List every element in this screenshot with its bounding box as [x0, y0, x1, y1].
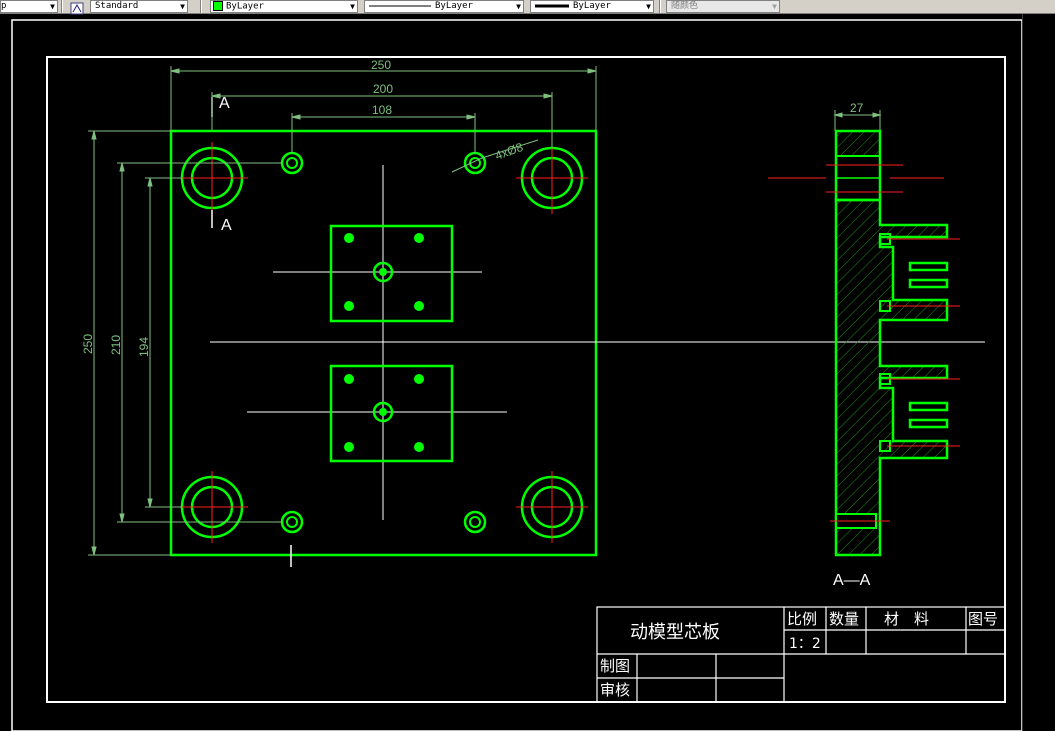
section-view-label: A—A: [833, 572, 871, 589]
scale-header: 比例: [787, 610, 817, 628]
chevron-down-icon: ▼: [180, 2, 185, 11]
quantity-header: 数量: [829, 610, 859, 628]
drawing-number-header: 图号: [968, 610, 998, 628]
screw-hole: [280, 510, 304, 534]
linetype-control-dropdown[interactable]: ByLayer ▼: [364, 0, 524, 13]
cavity-insert: [329, 224, 454, 323]
cavity-insert: [329, 364, 454, 463]
checked-by-label: 审核: [600, 681, 630, 699]
dim-side-27: 27: [850, 101, 864, 115]
section-mark-bottom: A: [221, 217, 232, 234]
dim-top-200: 200: [373, 82, 393, 96]
toolbar-separator: [659, 0, 661, 13]
dim-hole-note: 4xØ8: [493, 140, 525, 163]
corner-bushing: [516, 142, 588, 214]
dimensions: [88, 66, 882, 556]
section-mark-top: A: [219, 95, 230, 112]
dimension-labels: 250 200 108 4xØ8 250 210 194 27: [81, 58, 864, 357]
dim-top-108: 108: [372, 103, 392, 117]
material-header: 材 料: [884, 610, 929, 628]
thick-line-sample-icon: [535, 4, 569, 7]
corner-bushing: [516, 471, 588, 543]
chevron-down-icon: ▼: [50, 2, 55, 11]
part-name: 动模型芯板: [630, 622, 720, 643]
chevron-down-icon: ▼: [646, 2, 651, 11]
text-style-dropdown[interactable]: Standard ▼: [90, 0, 188, 13]
dim-left-250: 250: [81, 334, 95, 354]
toolbar-separator: [61, 0, 63, 13]
scale-value: 1：2: [789, 636, 821, 652]
thin-line-sample-icon: [369, 5, 431, 6]
dim-left-210: 210: [109, 335, 123, 355]
dim-left-194: 194: [137, 337, 151, 357]
vertical-scrollbar[interactable]: [1022, 14, 1037, 731]
corner-bushing: [176, 142, 248, 214]
section-view: A—A: [768, 129, 960, 589]
toolbar-separator: [200, 0, 202, 13]
plot-style-dropdown[interactable]: 随颜色 ▼: [666, 0, 780, 13]
lineweight-control-dropdown[interactable]: ByLayer ▼: [530, 0, 654, 13]
chevron-down-icon: ▼: [350, 2, 355, 11]
dim-top-250: 250: [371, 58, 391, 72]
drawing-canvas[interactable]: A A 250 200 108 4xØ8 250 210 194 27 A—A …: [0, 14, 1022, 731]
color-swatch-icon: [213, 1, 223, 11]
color-control-dropdown[interactable]: ByLayer ▼: [210, 0, 358, 13]
chevron-down-icon: ▼: [516, 2, 521, 11]
toolbar-dropdown-fragment[interactable]: p ▼: [0, 0, 58, 13]
text-style-manager-icon[interactable]: [70, 0, 84, 15]
screw-hole: [463, 510, 487, 534]
chevron-down-icon: ▼: [772, 2, 777, 11]
screw-hole: [463, 151, 487, 175]
properties-toolbar: p ▼ Standard ▼ ByLayer ▼ ByLayer ▼ ByLayer ▼ …: [0, 0, 1055, 15]
drawn-by-label: 制图: [600, 657, 630, 675]
corner-bushing: [176, 471, 248, 543]
screw-hole: [280, 151, 304, 175]
